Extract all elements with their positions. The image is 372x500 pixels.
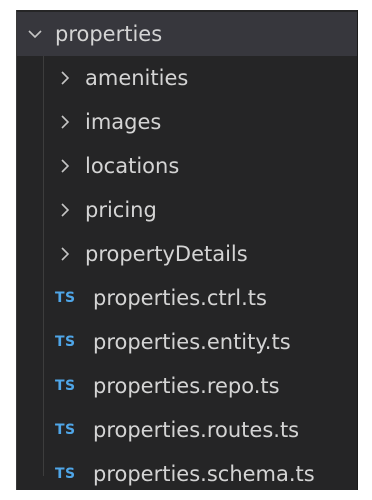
tree-folder-properties[interactable]: properties (17, 12, 357, 56)
tree-file-label: properties.entity.ts (93, 330, 291, 354)
tree-folder-pricing[interactable]: pricing (17, 188, 357, 232)
tree-file-label: properties.repo.ts (93, 374, 280, 398)
chevron-down-icon (27, 26, 43, 42)
tree-folder-label: properties (55, 22, 163, 46)
screenshot-frame: properties amenities images locations pr… (0, 0, 372, 500)
tree-file-properties-ctrl[interactable]: TS properties.ctrl.ts (17, 276, 357, 320)
tree-folder-label: amenities (85, 66, 189, 90)
file-explorer-tree: properties amenities images locations pr… (16, 10, 358, 490)
tree-folder-label: pricing (85, 198, 157, 222)
tree-folder-label: locations (85, 154, 180, 178)
tree-file-label: properties.schema.ts (93, 462, 315, 486)
tree-folder-locations[interactable]: locations (17, 144, 357, 188)
typescript-file-icon: TS (55, 334, 76, 350)
typescript-file-icon: TS (55, 466, 76, 482)
tree-folder-amenities[interactable]: amenities (17, 56, 357, 100)
typescript-file-icon: TS (55, 378, 76, 394)
tree-file-properties-entity[interactable]: TS properties.entity.ts (17, 320, 357, 364)
chevron-right-icon (57, 202, 73, 218)
tree-folder-label: propertyDetails (85, 242, 248, 266)
chevron-right-icon (57, 70, 73, 86)
tree-file-properties-routes[interactable]: TS properties.routes.ts (17, 408, 357, 452)
tree-file-properties-repo[interactable]: TS properties.repo.ts (17, 364, 357, 408)
tree-folder-propertydetails[interactable]: propertyDetails (17, 232, 357, 276)
chevron-right-icon (57, 246, 73, 262)
tree-folder-label: images (85, 110, 162, 134)
tree-file-label: properties.routes.ts (93, 418, 300, 442)
chevron-right-icon (57, 114, 73, 130)
tree-file-properties-schema[interactable]: TS properties.schema.ts (17, 452, 357, 490)
tree-folder-images[interactable]: images (17, 100, 357, 144)
typescript-file-icon: TS (55, 422, 76, 438)
typescript-file-icon: TS (55, 290, 76, 306)
chevron-right-icon (57, 158, 73, 174)
tree-file-label: properties.ctrl.ts (93, 286, 267, 310)
